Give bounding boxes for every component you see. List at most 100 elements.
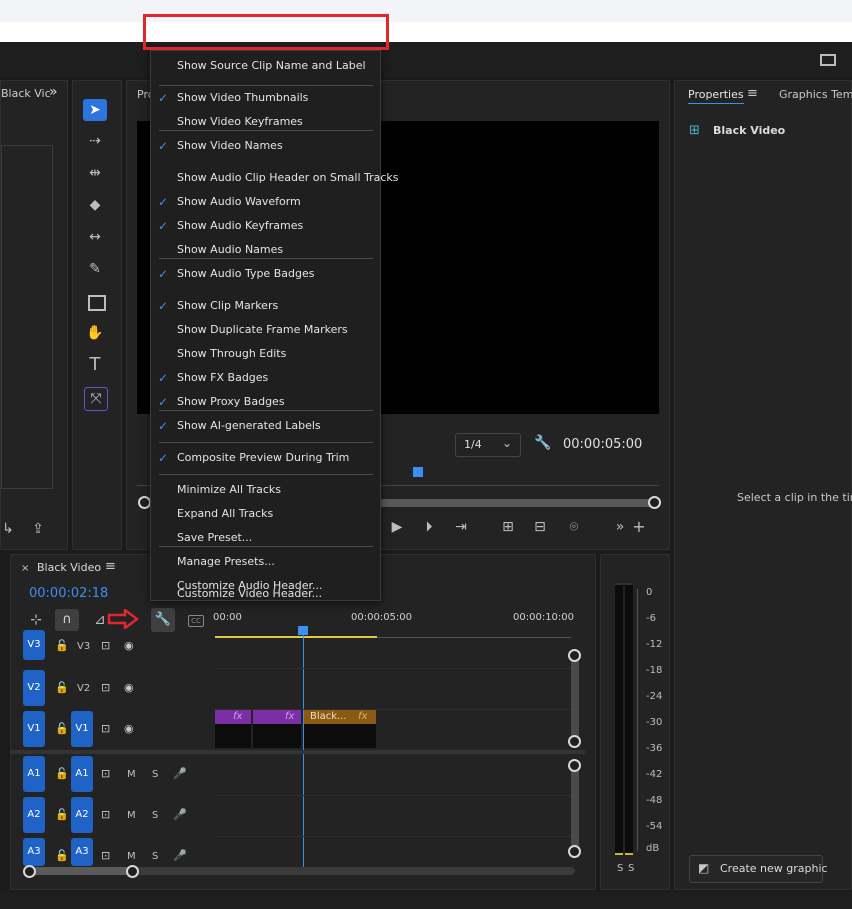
mute-button[interactable]: M bbox=[127, 851, 136, 862]
settings-wrench-icon[interactable]: 🔧 bbox=[533, 433, 553, 453]
sync-lock-icon[interactable]: ⊡ bbox=[101, 681, 110, 694]
close-icon[interactable]: × bbox=[21, 563, 29, 574]
properties-tab[interactable]: Properties bbox=[688, 88, 744, 104]
play-icon[interactable]: ▶ bbox=[389, 517, 405, 537]
sync-lock-icon[interactable]: ⊡ bbox=[101, 639, 110, 652]
source-patch-v1[interactable]: V1 bbox=[23, 711, 45, 747]
solo-button[interactable]: S bbox=[152, 810, 158, 821]
pen-tool-icon[interactable]: ✎ bbox=[85, 259, 105, 279]
track-target-a2[interactable]: A2 bbox=[71, 797, 93, 833]
source-patch-v2[interactable]: V2 bbox=[23, 670, 45, 706]
menu-item[interactable]: ✓ Show Video Names bbox=[151, 135, 380, 157]
insert-icon[interactable]: ↳ bbox=[1, 519, 15, 539]
snap-toggle-icon[interactable]: ∩ bbox=[55, 609, 79, 631]
eye-icon[interactable]: ◉ bbox=[124, 681, 134, 694]
menu-item[interactable]: Expand All Tracks bbox=[151, 503, 380, 525]
razor-tool-icon[interactable]: ◆ bbox=[85, 195, 105, 215]
menu-item[interactable]: ✓ Show Clip Markers bbox=[151, 295, 380, 317]
lock-icon[interactable]: 🔓 bbox=[55, 639, 69, 652]
workspace-panel-icon[interactable] bbox=[820, 54, 836, 66]
export-frame-icon[interactable]: ⇪ bbox=[29, 519, 47, 539]
menu-item[interactable]: Show Source Clip Name and Label bbox=[151, 55, 380, 77]
lock-icon[interactable]: 🔓 bbox=[55, 808, 69, 821]
clip[interactable]: fx bbox=[215, 710, 251, 748]
rectangle-tool-icon[interactable] bbox=[88, 295, 106, 311]
lock-icon[interactable]: 🔓 bbox=[55, 722, 69, 735]
source-patch-v3[interactable]: V3 bbox=[23, 630, 45, 660]
video-scroll-handle-top[interactable] bbox=[568, 649, 581, 662]
source-patch-a2[interactable]: A2 bbox=[23, 797, 45, 833]
scroll-handle-right[interactable] bbox=[126, 865, 139, 878]
go-to-out-icon[interactable]: ⇥ bbox=[453, 517, 469, 537]
ai-tool-icon[interactable]: ⤧ bbox=[84, 387, 108, 411]
source-patch-a1[interactable]: A1 bbox=[23, 756, 45, 792]
scroll-handle-left[interactable] bbox=[23, 865, 36, 878]
lock-icon[interactable]: 🔓 bbox=[55, 681, 69, 694]
captions-icon[interactable]: CC bbox=[188, 615, 204, 627]
timeline-tab[interactable]: Black Video bbox=[37, 561, 101, 574]
timeline-settings-wrench-icon[interactable]: 🔧 bbox=[151, 608, 175, 632]
menu-item[interactable]: ✓ Show Video Thumbnails bbox=[151, 87, 380, 109]
mute-button[interactable]: M bbox=[127, 769, 136, 780]
playhead-icon[interactable] bbox=[413, 467, 423, 477]
source-tab[interactable]: Black Vic bbox=[1, 87, 51, 100]
work-area-bar[interactable] bbox=[215, 636, 377, 638]
track-target-v1[interactable]: V1 bbox=[71, 711, 93, 747]
menu-item[interactable]: Manage Presets... bbox=[151, 551, 380, 573]
timeline-playhead-handle[interactable] bbox=[298, 626, 308, 635]
step-forward-icon[interactable]: ⏵ bbox=[421, 517, 437, 537]
resolution-select[interactable]: 1/4 ⌄ bbox=[455, 433, 521, 457]
more-panels-icon[interactable]: » bbox=[49, 84, 58, 100]
ripple-edit-tool-icon[interactable]: ⇹ bbox=[85, 163, 105, 183]
timeline-scroll-thumb[interactable] bbox=[27, 867, 133, 875]
menu-item[interactable]: Show Duplicate Frame Markers bbox=[151, 319, 380, 341]
menu-item[interactable]: Show Audio Clip Header on Small Tracks bbox=[151, 167, 399, 189]
timeline-menu-icon[interactable]: ≡ bbox=[105, 559, 116, 574]
video-scroll-handle-bottom[interactable] bbox=[568, 735, 581, 748]
track-target-a1[interactable]: A1 bbox=[71, 756, 93, 792]
solo-right-button[interactable]: S bbox=[628, 863, 634, 874]
microphone-icon[interactable]: 🎤 bbox=[173, 808, 187, 821]
menu-item[interactable]: ✓ Show FX Badges bbox=[151, 367, 380, 389]
track-target-v3[interactable]: V3 bbox=[77, 641, 90, 652]
sync-lock-icon[interactable]: ⊡ bbox=[101, 808, 110, 821]
source-patch-a3[interactable]: A3 bbox=[23, 838, 45, 866]
slip-tool-icon[interactable]: ↔ bbox=[85, 227, 105, 247]
solo-left-button[interactable]: S bbox=[617, 863, 623, 874]
solo-button[interactable]: S bbox=[152, 769, 158, 780]
mute-button[interactable]: M bbox=[127, 810, 136, 821]
audio-vertical-scrollbar[interactable] bbox=[571, 765, 579, 849]
type-tool-icon[interactable]: T bbox=[85, 355, 105, 375]
solo-button[interactable]: S bbox=[152, 851, 158, 862]
clip[interactable]: Black... fx bbox=[304, 710, 376, 748]
microphone-icon[interactable]: 🎤 bbox=[173, 849, 187, 862]
sync-lock-icon[interactable]: ⊡ bbox=[101, 722, 110, 735]
lift-icon[interactable]: ⊞ bbox=[499, 517, 517, 537]
track-target-v2[interactable]: V2 bbox=[77, 683, 90, 694]
microphone-icon[interactable]: 🎤 bbox=[173, 767, 187, 780]
create-new-graphic-button[interactable]: ◩ Create new graphic bbox=[689, 855, 828, 883]
audio-scroll-handle-bottom[interactable] bbox=[568, 845, 581, 858]
menu-item[interactable]: Show Through Edits bbox=[151, 343, 380, 365]
menu-item[interactable]: ✓ Show Audio Waveform bbox=[151, 191, 380, 213]
timeline-timecode[interactable]: 00:00:02:18 bbox=[29, 586, 108, 601]
zoom-handle-right[interactable] bbox=[648, 496, 661, 509]
nest-icon[interactable]: ⊹ bbox=[27, 610, 45, 630]
lock-icon[interactable]: 🔓 bbox=[55, 849, 69, 862]
selection-tool-icon[interactable]: ➤ bbox=[83, 99, 107, 121]
eye-icon[interactable]: ◉ bbox=[124, 639, 134, 652]
menu-item[interactable]: Minimize All Tracks bbox=[151, 479, 380, 501]
hand-tool-icon[interactable]: ✋ bbox=[85, 323, 105, 343]
clip[interactable]: fx bbox=[253, 710, 301, 748]
menu-item[interactable]: ✓ Show Audio Keyframes bbox=[151, 215, 380, 237]
extract-icon[interactable]: ⊟ bbox=[531, 517, 549, 537]
menu-item[interactable]: Customize Audio Header... bbox=[151, 575, 380, 597]
video-vertical-scrollbar[interactable] bbox=[571, 655, 579, 739]
sync-lock-icon[interactable]: ⊡ bbox=[101, 849, 110, 862]
track-select-tool-icon[interactable]: ⇢ bbox=[85, 131, 105, 151]
more-controls-icon[interactable]: » bbox=[613, 517, 627, 537]
menu-item[interactable]: ✓ Composite Preview During Trim bbox=[151, 447, 380, 469]
export-frame-icon[interactable]: ⌾ bbox=[565, 517, 583, 537]
track-target-a3[interactable]: A3 bbox=[71, 838, 93, 866]
add-button-icon[interactable]: + bbox=[631, 517, 647, 537]
